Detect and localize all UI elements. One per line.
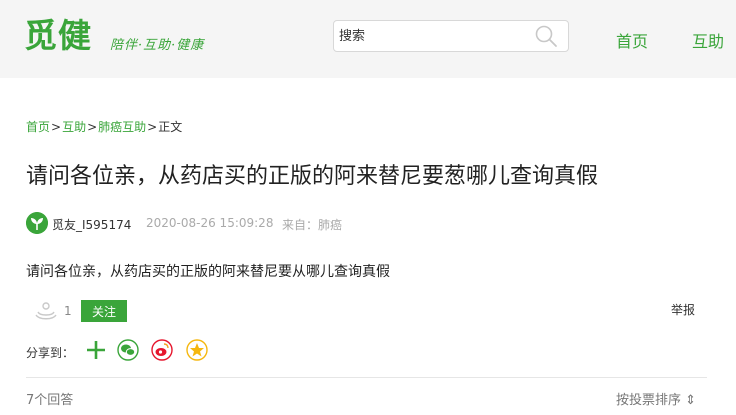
breadcrumb-current: 正文 <box>158 120 183 134</box>
site-header: 觅健 陪伴·互助·健康 首页 互助 <box>0 0 736 78</box>
search-icon[interactable] <box>534 24 558 48</box>
site-logo[interactable]: 觅健 <box>24 16 92 56</box>
qzone-icon[interactable] <box>186 339 208 361</box>
plus-icon[interactable] <box>85 339 107 361</box>
search-box[interactable] <box>333 20 569 52</box>
report-link[interactable]: 举报 <box>671 301 695 318</box>
like-count: 1 <box>64 304 72 318</box>
follow-button[interactable]: 关注 <box>81 300 127 322</box>
breadcrumb-lung-cancer[interactable]: 肺癌互助 <box>98 120 146 134</box>
breadcrumb-separator: > <box>147 120 158 134</box>
post-time: 2020-08-26 15:09:28 <box>146 216 274 230</box>
weibo-icon[interactable] <box>151 339 173 361</box>
post-title: 请问各位亲，从药店买的正版的阿来替尼要葱哪儿查询真假 <box>26 164 599 189</box>
nav-mutual-help[interactable]: 互助 <box>692 28 724 52</box>
breadcrumb-separator: > <box>51 120 62 134</box>
breadcrumb: 首页>互助>肺癌互助>正文 <box>26 118 182 135</box>
post-body: 请问各位亲，从药店买的正版的阿来替尼要从哪儿查询真假 <box>26 264 390 280</box>
avatar[interactable] <box>26 212 48 234</box>
breadcrumb-home[interactable]: 首页 <box>26 120 50 134</box>
author-name[interactable]: 觅友_I595174 <box>52 216 131 233</box>
share-label: 分享到： <box>26 346 75 360</box>
wechat-icon[interactable] <box>117 339 139 361</box>
sort-by-votes[interactable]: 按投票排序 ⇕ <box>616 389 696 408</box>
site-slogan: 陪伴·互助·健康 <box>110 38 205 53</box>
answer-count: 7个回答 <box>26 393 74 408</box>
search-input[interactable] <box>339 26 529 46</box>
section-divider <box>26 377 707 378</box>
breadcrumb-separator: > <box>87 120 98 134</box>
breadcrumb-mutual-help[interactable]: 互助 <box>62 120 86 134</box>
nav-home[interactable]: 首页 <box>616 28 648 52</box>
post-source: 来自：肺癌 <box>282 218 343 232</box>
like-icon[interactable] <box>34 298 58 322</box>
